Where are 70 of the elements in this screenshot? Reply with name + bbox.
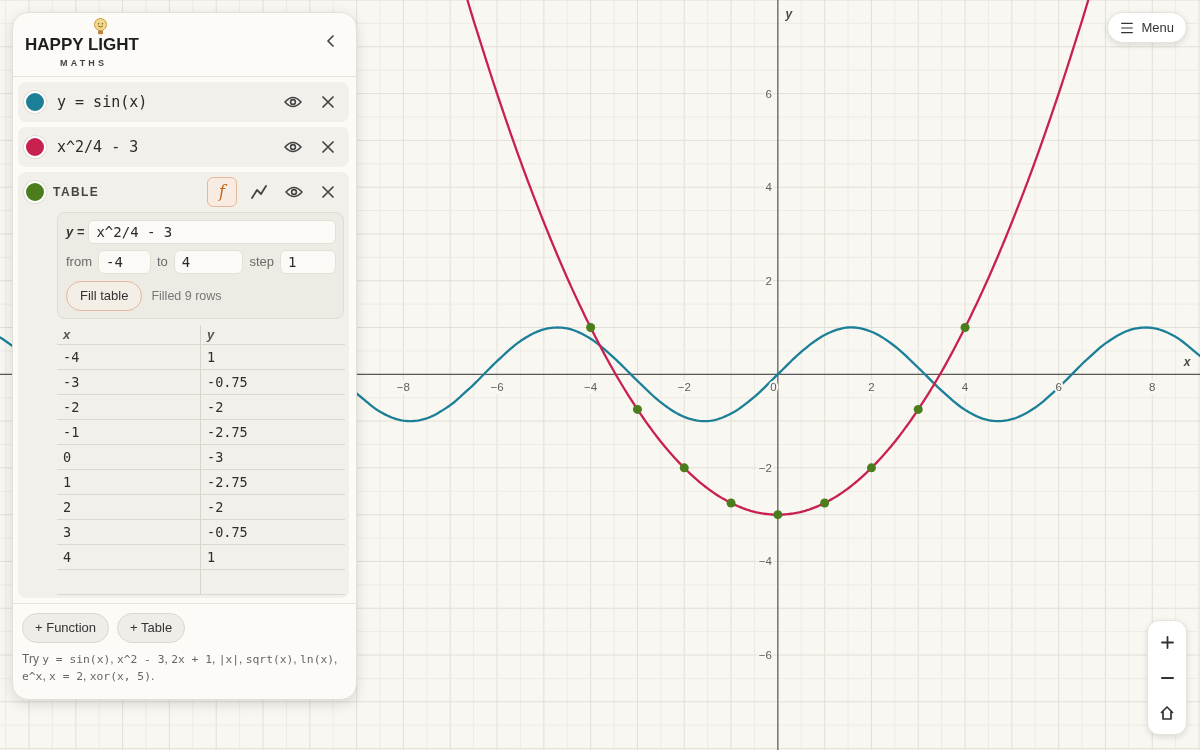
table-cell[interactable]: 1 — [207, 346, 216, 368]
formula-mode-button[interactable]: f — [207, 177, 237, 207]
table-cell[interactable]: 1 — [63, 471, 72, 493]
logo-text: HAPPY LIGHT — [25, 36, 139, 53]
axis-tick-label: 4 — [961, 381, 969, 394]
axis-title: y — [785, 7, 793, 21]
close-icon — [322, 186, 334, 198]
expression-text[interactable]: x^2/4 - 3 — [57, 135, 139, 159]
axis-tick-label: 2 — [868, 381, 875, 394]
column-header: x — [63, 325, 71, 344]
plus-icon — [1160, 636, 1174, 649]
table-cell[interactable]: -3 — [63, 371, 80, 393]
axis-tick-label: 0 — [770, 381, 777, 394]
color-swatch-icon[interactable] — [24, 181, 46, 203]
table-cell[interactable]: -0.75 — [207, 371, 248, 393]
home-icon — [1160, 705, 1174, 720]
axis-tick-label: 6 — [765, 87, 772, 100]
from-field[interactable]: -4 — [98, 250, 151, 274]
step-field[interactable]: 1 — [280, 250, 336, 274]
to-field[interactable]: 4 — [173, 250, 244, 274]
axis-tick-label: −2 — [677, 381, 691, 394]
color-swatch-icon[interactable] — [24, 91, 46, 113]
table-cell[interactable]: -2 — [207, 396, 224, 418]
menu-button[interactable]: Menu — [1107, 12, 1187, 43]
add-button[interactable]: + Table — [117, 613, 186, 643]
field-label: step — [249, 253, 274, 272]
table-cell[interactable]: 1 — [207, 546, 216, 568]
hint-text: Try y = sin(x), x^2 - 3, 2x + 1, |x|, sqrt(x), ln(x), e^x, x = 2, xor(x, 5). — [22, 651, 339, 685]
table-cell[interactable]: -2.75 — [207, 421, 248, 443]
close-icon — [322, 96, 334, 108]
expression-row[interactable]: y = sin(x) — [18, 82, 349, 122]
table-cell[interactable]: -2 — [63, 396, 80, 418]
formula-field[interactable]: x^2/4 - 3 — [88, 220, 336, 244]
fill-table-button[interactable]: Fill table — [66, 281, 143, 311]
table-cell[interactable]: -1 — [63, 421, 80, 443]
field-label: to — [157, 253, 168, 272]
zigzag-line-icon — [251, 185, 267, 199]
field-label: from — [66, 253, 92, 272]
axis-tick-label: 2 — [765, 274, 772, 287]
axis-tick-label: 8 — [1149, 381, 1156, 394]
axis-title: x — [1183, 355, 1191, 370]
axis-tick-label: −8 — [396, 381, 410, 394]
axis-tick-label: −6 — [758, 649, 772, 661]
status-text: Filled 9 rows — [151, 287, 222, 305]
table-cell[interactable]: -3 — [207, 446, 224, 468]
table-cell[interactable]: -2.75 — [207, 471, 248, 493]
column-header: y — [207, 325, 215, 344]
table-cell[interactable]: 2 — [63, 496, 72, 518]
minus-icon — [1160, 676, 1174, 679]
lightbulb-icon — [93, 18, 108, 35]
chevron-left-icon — [326, 34, 334, 47]
axis-tick-label: −4 — [584, 381, 598, 394]
table-cell[interactable]: 4 — [63, 546, 72, 568]
table-cell[interactable]: -2 — [207, 496, 224, 518]
logo-subtitle: MATHS — [59, 59, 108, 68]
color-swatch-icon[interactable] — [24, 136, 46, 158]
axis-tick-label: −2 — [758, 461, 772, 474]
field-label: y = — [66, 223, 85, 242]
table-cell[interactable]: -0.75 — [207, 521, 248, 543]
axis-tick-label: −4 — [758, 555, 772, 568]
add-button[interactable]: + Function — [22, 613, 110, 643]
table-title: TABLE — [53, 184, 100, 201]
axis-tick-label: −6 — [490, 381, 504, 394]
table-cell[interactable]: 0 — [63, 446, 72, 468]
table-cell[interactable]: 3 — [63, 521, 72, 543]
expression-row[interactable]: x^2/4 - 3 — [18, 127, 349, 167]
table-cell[interactable]: -4 — [63, 346, 80, 368]
close-icon — [322, 141, 334, 153]
expression-text[interactable]: y = sin(x) — [57, 90, 148, 114]
axis-tick-label: 4 — [765, 181, 772, 194]
